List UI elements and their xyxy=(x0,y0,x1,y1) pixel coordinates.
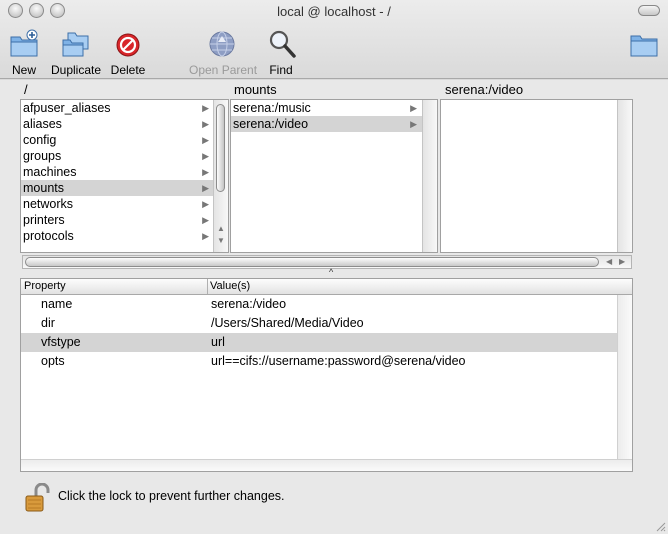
delete-label: Delete xyxy=(110,63,146,77)
delete-button[interactable]: Delete xyxy=(110,28,146,77)
table-row-selected[interactable]: vfstype url xyxy=(21,333,618,352)
new-button[interactable]: New xyxy=(8,28,40,77)
delete-icon xyxy=(116,33,140,57)
expand-arrow-icon: ▶ xyxy=(202,135,209,145)
browser-item-label: afpuser_aliases xyxy=(23,101,111,115)
browser-item-label: serena:/music xyxy=(233,101,311,115)
value-cell[interactable]: url==cifs://username:password@serena/vid… xyxy=(211,352,465,371)
browser-item-selected[interactable]: serena:/video ▶ xyxy=(231,116,423,132)
toolbar-divider xyxy=(0,78,668,79)
browser-item-selected[interactable]: mounts ▶ xyxy=(21,180,228,196)
browser-column-mounts: serena:/music ▶ serena:/video ▶ xyxy=(230,99,438,253)
title-bar: local @ localhost - / xyxy=(0,0,668,22)
open-parent-button[interactable]: Open Parent xyxy=(189,28,258,77)
table-header: Property Value(s) xyxy=(21,279,632,295)
table-vertical-scrollbar[interactable] xyxy=(617,295,632,461)
column-header-mounts: mounts xyxy=(234,82,277,97)
folder-icon[interactable] xyxy=(628,28,660,60)
property-cell: vfstype xyxy=(41,335,81,349)
column-divider[interactable] xyxy=(207,279,208,294)
scroll-thumb[interactable] xyxy=(216,104,225,192)
expand-arrow-icon: ▶ xyxy=(410,103,417,113)
resize-grip-icon[interactable] xyxy=(654,520,666,532)
value-cell[interactable]: /Users/Shared/Media/Video xyxy=(211,314,364,333)
value-cell[interactable]: url xyxy=(211,333,225,352)
duplicate-label: Duplicate xyxy=(50,63,102,77)
browser-item-label: aliases xyxy=(23,117,62,131)
window-title: local @ localhost - / xyxy=(277,4,391,19)
browser-item-label: printers xyxy=(23,213,65,227)
new-folder-icon xyxy=(10,29,38,57)
duplicate-folders-icon xyxy=(62,32,89,57)
window: local @ localhost - / New Duplicate Dele… xyxy=(0,0,668,534)
browser-column-video xyxy=(440,99,633,253)
property-column-header[interactable]: Property xyxy=(24,279,66,294)
browser-item[interactable]: printers ▶ xyxy=(21,212,228,228)
browser-item-label: groups xyxy=(23,149,62,163)
scroll-right-arrow-icon[interactable]: ▶ xyxy=(619,257,625,266)
toolbar-toggle-button[interactable] xyxy=(638,5,660,16)
column-header-video: serena:/video xyxy=(445,82,524,97)
browser-item[interactable]: serena:/music ▶ xyxy=(231,100,437,116)
table-row[interactable]: name serena:/video xyxy=(21,295,632,314)
property-cell: name xyxy=(41,297,73,311)
browser-item-label: serena:/video xyxy=(233,117,309,131)
scroll-down-arrow-icon[interactable]: ▼ xyxy=(217,236,225,245)
browser-item-label: config xyxy=(23,133,57,147)
globe-icon xyxy=(209,31,235,57)
scroll-thumb[interactable] xyxy=(25,257,599,267)
scroll-left-arrow-icon[interactable]: ◀ xyxy=(606,257,612,266)
open-parent-label: Open Parent xyxy=(189,63,258,77)
table-horizontal-scrollbar[interactable] xyxy=(21,459,632,471)
browser-item[interactable]: groups ▶ xyxy=(21,148,228,164)
column-header-root: / xyxy=(24,82,28,97)
table-row[interactable]: dir /Users/Shared/Media/Video xyxy=(21,314,632,333)
expand-arrow-icon: ▶ xyxy=(202,199,209,209)
browser-item-label: networks xyxy=(23,197,74,211)
browser-item-label: protocols xyxy=(23,229,74,243)
expand-arrow-icon: ▶ xyxy=(202,183,209,193)
browser-item[interactable]: config ▶ xyxy=(21,132,228,148)
browser-item[interactable]: protocols ▶ xyxy=(21,228,228,244)
expand-arrow-icon: ▶ xyxy=(202,103,209,113)
vertical-scrollbar[interactable]: ▲ ▼ xyxy=(213,100,228,252)
horizontal-scrollbar[interactable]: ◀ ▶ xyxy=(22,255,632,269)
expand-arrow-icon: ▶ xyxy=(202,167,209,177)
browser-item-label: machines xyxy=(23,165,77,179)
lock-status-text: Click the lock to prevent further change… xyxy=(58,489,285,503)
property-cell: opts xyxy=(41,354,65,368)
scroll-up-arrow-icon[interactable]: ▲ xyxy=(217,224,225,233)
value-cell[interactable]: serena:/video xyxy=(211,295,286,314)
find-button[interactable]: Find xyxy=(266,28,296,77)
expand-arrow-icon: ▶ xyxy=(202,231,209,241)
property-cell: dir xyxy=(41,316,55,330)
browser-column-root: afpuser_aliases ▶ aliases ▶ config ▶ groups… xyxy=(20,99,229,253)
property-table: Property Value(s) name serena:/video dir… xyxy=(20,278,633,472)
find-label: Find xyxy=(269,63,293,77)
browser-item[interactable]: afpuser_aliases ▶ xyxy=(21,100,228,116)
splitter-handle-icon[interactable]: ^ xyxy=(329,267,333,277)
vertical-scrollbar[interactable] xyxy=(617,100,632,252)
expand-arrow-icon: ▶ xyxy=(202,151,209,161)
table-row[interactable]: opts url==cifs://username:password@seren… xyxy=(21,352,632,371)
vertical-scrollbar[interactable] xyxy=(422,100,437,252)
expand-arrow-icon: ▶ xyxy=(202,119,209,129)
browser-item[interactable]: networks ▶ xyxy=(21,196,228,212)
expand-arrow-icon: ▶ xyxy=(410,119,417,129)
duplicate-button[interactable]: Duplicate xyxy=(50,28,102,77)
magnifier-icon xyxy=(269,30,296,58)
new-label: New xyxy=(11,63,36,77)
lock-icon[interactable] xyxy=(25,483,51,513)
browser-item[interactable]: aliases ▶ xyxy=(21,116,228,132)
browser-item[interactable]: machines ▶ xyxy=(21,164,228,180)
browser-item-label: mounts xyxy=(23,181,64,195)
expand-arrow-icon: ▶ xyxy=(202,215,209,225)
values-column-header[interactable]: Value(s) xyxy=(210,279,250,294)
